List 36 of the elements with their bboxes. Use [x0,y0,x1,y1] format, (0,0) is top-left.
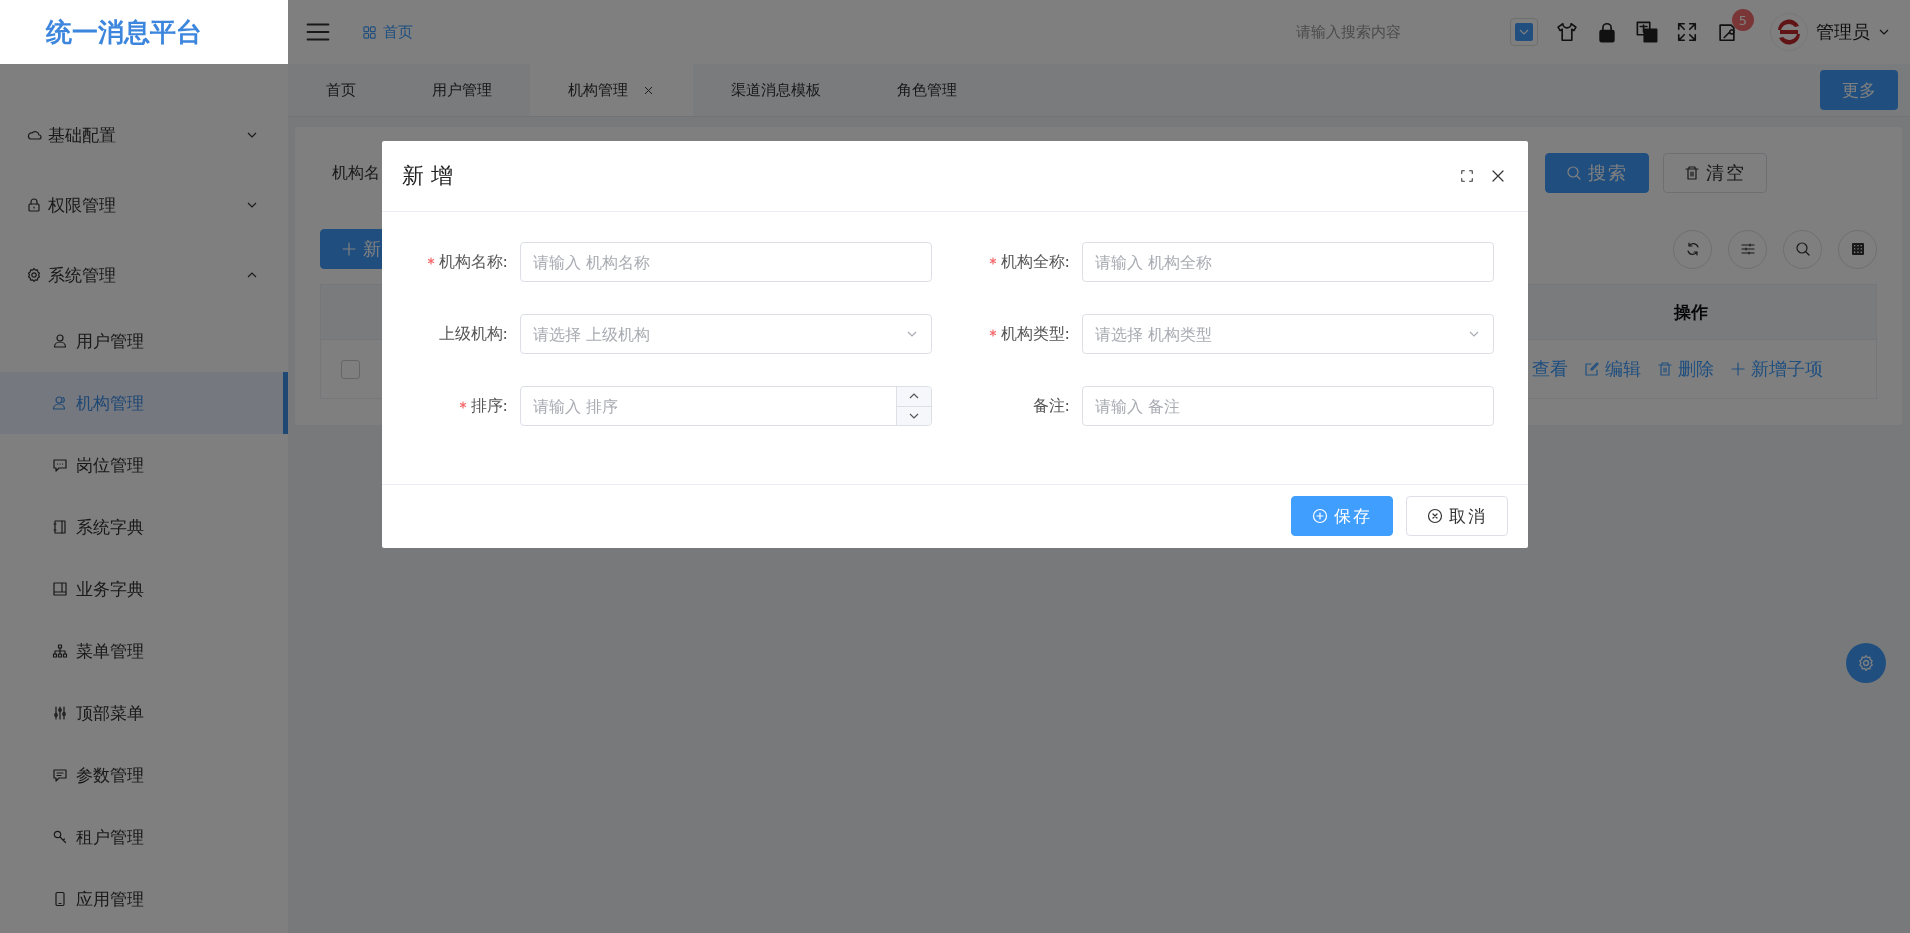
sidebar-item[interactable]: 岗位管理 [0,434,288,496]
tab[interactable]: 渠道消息模板 [693,64,859,116]
input-field[interactable]: 请输入 备注 [1082,386,1494,426]
column-header: 操作 [1672,300,1709,324]
sidebar-item[interactable]: 业务字典 [0,558,288,620]
sidebar-item[interactable]: 系统字典 [0,496,288,558]
field-label: 排序: [382,395,520,417]
select-field[interactable]: 请选择 机构类型 [1082,314,1494,354]
tab[interactable]: 用户管理 [394,64,530,116]
sidebar-group[interactable]: 系统管理 [0,240,288,310]
dialog-title: 新 增 [402,162,454,190]
tab[interactable]: 机构管理 [530,64,693,116]
tab[interactable]: 角色管理 [859,64,995,116]
save-button[interactable]: 保存 [1291,496,1393,536]
field-label: 备注: [1031,395,1071,417]
user-name[interactable]: 管理员 [1816,20,1870,44]
sidebar-group[interactable]: 权限管理 [0,170,288,240]
field-label: 上级机构: [437,323,509,345]
sidebar-group[interactable]: 基础配置 [0,100,288,170]
sidebar-item[interactable]: 租户管理 [0,806,288,868]
app-logo: 统一消息平台 [0,0,288,64]
input-field[interactable]: 请输入 机构全称 [1082,242,1494,282]
input-field[interactable]: 请输入 机构名称 [520,242,932,282]
tab[interactable]: 首页 [288,64,394,116]
notification-badge: 5 [1732,9,1754,31]
sidebar-item[interactable]: 参数管理 [0,744,288,806]
field-label: 机构名 [332,162,380,184]
field-label: 机构类型: [944,323,1082,345]
cancel-button[interactable]: 取消 [1406,496,1508,536]
clear-button[interactable]: 清空 [1663,153,1767,193]
select-field[interactable]: 请选择 上级机构 [520,314,932,354]
field-label: 机构全称: [944,251,1082,273]
sidebar-item[interactable]: 用户管理 [0,310,288,372]
sidebar-item[interactable]: 应用管理 [0,868,288,930]
sidebar-item[interactable]: 顶部菜单 [0,682,288,744]
sidebar-item[interactable]: 菜单管理 [0,620,288,682]
